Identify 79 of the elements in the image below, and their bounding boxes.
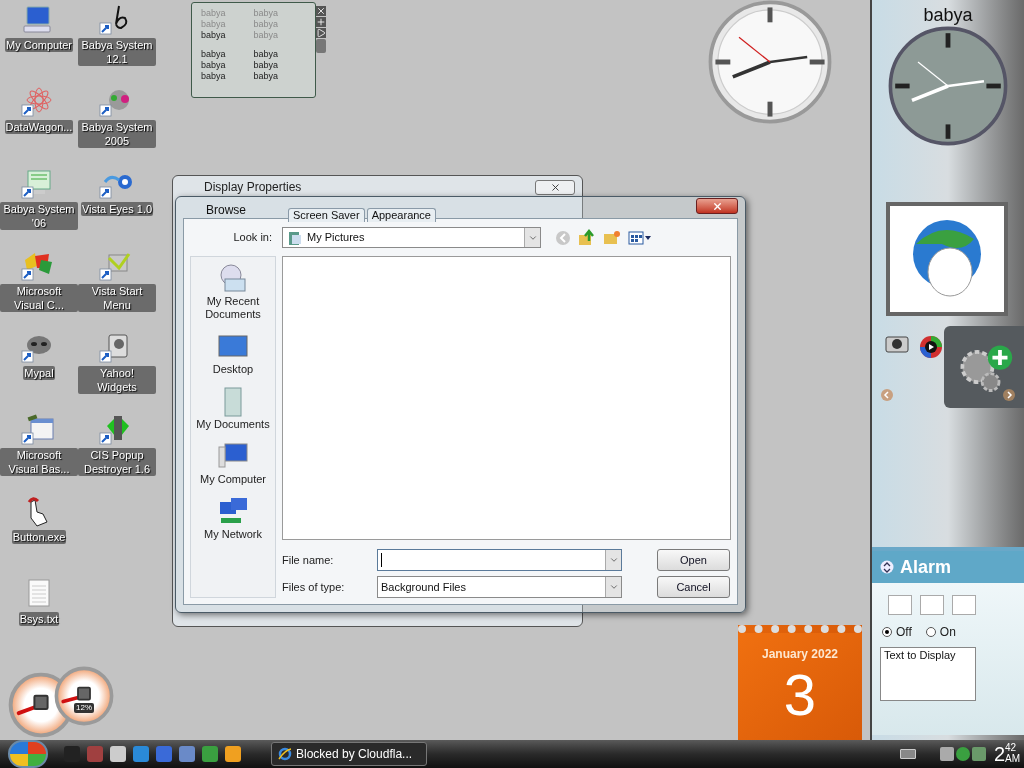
minute-field[interactable]: [920, 595, 944, 615]
sidebar-title: babya: [922, 4, 974, 26]
close-icon: [549, 181, 561, 193]
feed-item[interactable]: babya: [201, 30, 254, 41]
alarm-title: Alarm: [900, 555, 952, 579]
icon-label: Bsys.txt: [18, 612, 60, 626]
caret-icon: [608, 582, 619, 592]
place-item[interactable]: My Network: [191, 496, 275, 541]
close-icon: [711, 200, 723, 212]
icon-label: Babya System 12.1: [78, 38, 156, 66]
icon-label: Babya System '06: [0, 202, 78, 230]
dialog-title: Browse: [206, 202, 246, 217]
collapse-icon[interactable]: [880, 560, 894, 574]
feed-item[interactable]: babya: [201, 49, 254, 60]
recent-documents-icon: [217, 263, 249, 295]
feed-item[interactable]: babya: [253, 49, 306, 60]
add-icon[interactable]: [316, 17, 326, 27]
icon-label: CIS Popup Destroyer 1.6: [78, 448, 156, 476]
keyboard-icon[interactable]: [899, 749, 916, 759]
new-folder-icon[interactable]: [603, 229, 621, 246]
tray-check-icon[interactable]: [955, 747, 970, 761]
field-label: Look in:: [232, 230, 273, 246]
radio-option[interactable]: Off: [882, 623, 912, 641]
place-item[interactable]: My Recent Documents: [191, 263, 275, 321]
close-icon[interactable]: [316, 6, 326, 16]
icon-label: DataWagon...: [4, 120, 74, 134]
tab[interactable]: Appearance: [366, 208, 436, 222]
file-type-dropdown[interactable]: Background Files: [377, 576, 622, 598]
file-name-field[interactable]: [377, 549, 622, 571]
icon-label: Microsoft Visual Bas...: [0, 448, 78, 476]
cancel-button[interactable]: Cancel: [657, 576, 730, 598]
clock-hour: 2: [993, 743, 1005, 765]
icon-label: My Computer: [5, 38, 73, 52]
window-title: Display Properties: [204, 179, 302, 196]
field-label: Files of type:: [282, 579, 346, 595]
start-button[interactable]: [8, 740, 48, 768]
icon-label: Microsoft Visual C...: [0, 284, 78, 312]
dropdown-value: My Pictures: [307, 230, 366, 246]
drag-handle[interactable]: [316, 39, 326, 53]
view-menu-icon[interactable]: [628, 230, 652, 245]
clock-period: AM: [1005, 753, 1020, 765]
feed-item[interactable]: babya: [201, 71, 254, 82]
second-field[interactable]: [952, 595, 976, 615]
feed-item[interactable]: babya: [253, 71, 306, 82]
task-button[interactable]: Blocked by Cloudfla...: [271, 742, 427, 766]
hour-field[interactable]: [888, 595, 912, 615]
media-icon[interactable]: [918, 334, 944, 360]
close-button[interactable]: [696, 198, 738, 214]
calendar-day: 3: [783, 663, 817, 727]
icon-label: Mypal: [23, 366, 55, 380]
gadget-add-panel[interactable]: [944, 326, 1024, 408]
place-item[interactable]: My Computer: [191, 441, 275, 486]
message-field[interactable]: Text to Display: [880, 647, 976, 701]
icon-label: Vista Start Menu: [78, 284, 156, 312]
window-icon[interactable]: [21, 414, 57, 446]
feed-item[interactable]: babya: [201, 60, 254, 71]
open-button[interactable]: Open: [657, 549, 730, 571]
next-icon[interactable]: [1002, 388, 1016, 402]
place-item[interactable]: My Documents: [191, 386, 275, 431]
folder-icon: [287, 229, 303, 246]
icon-label: Vista Eyes 1.0: [80, 202, 154, 216]
caret-icon: [608, 555, 619, 565]
close-button[interactable]: [535, 179, 575, 195]
feed-item[interactable]: babya: [253, 60, 306, 71]
play-icon[interactable]: [316, 28, 326, 38]
cpu-gauge-drawing: [54, 666, 114, 726]
field-label: File name:: [282, 552, 335, 568]
icon-label: Babya System 2005: [78, 120, 156, 148]
gauge-reading: 12%: [74, 703, 94, 714]
calendar-month: January 2022: [761, 646, 839, 663]
up-folder-icon[interactable]: [578, 228, 596, 247]
previous-icon[interactable]: [880, 388, 894, 402]
tab[interactable]: Screen Saver: [288, 208, 365, 222]
clock-minute: 42: [1005, 743, 1018, 753]
radio-option[interactable]: On: [925, 623, 956, 641]
place-item[interactable]: Desktop: [191, 331, 275, 376]
icon-label: Button.exe: [11, 530, 67, 544]
icon-label: Yahoo! Widgets: [78, 366, 156, 394]
look-in-dropdown[interactable]: My Pictures: [282, 227, 541, 248]
